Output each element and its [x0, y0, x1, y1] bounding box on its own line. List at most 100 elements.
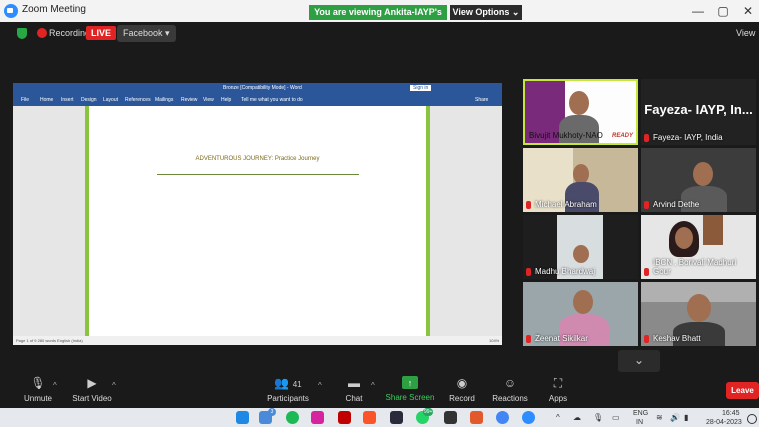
participant-name: Madhu Bhardwaj: [535, 267, 596, 276]
share-screen-icon: ↑: [402, 376, 418, 389]
notifications-icon[interactable]: [747, 414, 757, 424]
video-tile[interactable]: Arvind Dethe: [641, 148, 756, 212]
word-share-button[interactable]: Share: [475, 97, 488, 103]
word-statusbar: Page 1 of 9 280 words English (India) 10…: [13, 336, 502, 345]
chat-chevron-icon[interactable]: ^: [371, 381, 375, 390]
spotify-icon[interactable]: [286, 411, 299, 424]
zoom-logo-icon: [4, 4, 18, 18]
participants-label: Participants: [267, 394, 309, 403]
participants-count: 41: [292, 380, 302, 389]
video-tile[interactable]: IBCN , Borivali Madhuri Gour: [641, 215, 756, 279]
tray-chevron-icon[interactable]: ^: [556, 413, 560, 422]
start-video-label: Start Video: [72, 394, 112, 403]
apps-icon: ⛶: [553, 376, 563, 390]
wifi-icon[interactable]: ≋: [656, 413, 663, 422]
ribbon-tab[interactable]: References: [125, 97, 151, 103]
battery-icon[interactable]: ▮: [684, 413, 688, 422]
tell-me-search[interactable]: Tell me what you want to do: [241, 97, 303, 103]
participant-name: Bivujit Mukhoty-NAO: [529, 131, 603, 140]
notion-icon[interactable]: [444, 411, 457, 424]
ribbon-tab[interactable]: Review: [181, 97, 197, 103]
mic-muted-icon: [644, 201, 649, 209]
participants-button[interactable]: 👥 41 Participants: [258, 376, 318, 403]
participant-name: Michael Abraham: [535, 200, 597, 209]
display-icon[interactable]: ▭: [612, 413, 620, 422]
video-tile[interactable]: Madhu Bhardwaj: [523, 215, 638, 279]
participant-name: IBCN , Borivali Madhuri Gour: [653, 258, 737, 276]
security-shield-icon[interactable]: [17, 28, 27, 39]
notification-badge: 3: [268, 408, 276, 416]
apps-button[interactable]: ⛶ Apps: [528, 376, 588, 403]
language-indicator[interactable]: ENG: [633, 410, 648, 417]
participant-head: [573, 164, 589, 184]
live-badge[interactable]: LIVE: [86, 26, 117, 40]
mic-muted-icon: [644, 268, 649, 276]
maximize-button[interactable]: ▢: [711, 2, 735, 20]
ribbon-tab[interactable]: View: [203, 97, 214, 103]
minimize-button[interactable]: —: [686, 2, 710, 20]
ribbon-tab[interactable]: Home: [40, 97, 53, 103]
participants-icon: 👥 41: [274, 376, 302, 390]
brave-icon[interactable]: [363, 411, 376, 424]
cloud-icon[interactable]: ☁: [573, 413, 581, 422]
participant-name-large: Fayeza- IAYP, In...: [644, 102, 753, 117]
video-options-chevron-icon[interactable]: ^: [112, 381, 116, 390]
participant-head: [569, 91, 589, 115]
participant-head: [675, 227, 693, 249]
video-tile[interactable]: Michael Abraham: [523, 148, 638, 212]
volume-icon[interactable]: 🔊: [670, 413, 680, 422]
video-tile[interactable]: Keshav Bhatt: [641, 282, 756, 346]
tradingview-icon[interactable]: [390, 411, 403, 424]
mic-muted-icon: [526, 335, 531, 343]
participants-chevron-icon[interactable]: ^: [318, 381, 322, 390]
clock-date[interactable]: 28-04-2023: [706, 419, 742, 426]
participant-head: [687, 294, 711, 322]
participant-name: Zeenat Sikilkar: [535, 334, 588, 343]
clock-time[interactable]: 16:45: [722, 410, 740, 417]
heading-underline: [157, 174, 359, 175]
ribbon-tab[interactable]: Design: [81, 97, 97, 103]
word-document-title: Bronze [Compatibility Mode] - Word: [223, 85, 302, 91]
ribbon-tab[interactable]: File: [21, 97, 29, 103]
view-options-button[interactable]: View Options ⌄: [450, 5, 522, 20]
zoom-taskbar-icon[interactable]: [522, 411, 535, 424]
ribbon-tab[interactable]: Layout: [103, 97, 118, 103]
chat-label: Chat: [345, 394, 363, 403]
brave-browser-icon[interactable]: [470, 411, 483, 424]
word-sign-in-button[interactable]: Sign in: [410, 85, 432, 91]
video-tile[interactable]: Zeenat Sikilkar: [523, 282, 638, 346]
participant-name: Arvind Dethe: [653, 200, 700, 209]
recording-label: Recording: [49, 28, 91, 38]
document-heading: ADVENTUROUS JOURNEY: Practice Journey: [195, 156, 320, 162]
ribbon-tab[interactable]: Insert: [61, 97, 74, 103]
ready-logo-text: READY: [611, 133, 633, 139]
video-tile[interactable]: Fayeza- IAYP, In... Fayeza- IAYP, India: [641, 79, 756, 145]
chrome-icon[interactable]: [496, 411, 509, 424]
share-screen-button[interactable]: ↑ Share Screen: [380, 376, 440, 402]
reactions-label: Reactions: [492, 394, 528, 403]
recording-icon: [37, 28, 47, 38]
chat-icon: ▬: [348, 376, 360, 390]
leave-button[interactable]: Leave: [726, 382, 759, 399]
facebook-dropdown[interactable]: Facebook ▾: [117, 25, 176, 42]
word-zoom-level: 104%: [489, 338, 500, 343]
audio-options-chevron-icon[interactable]: ^: [53, 381, 57, 390]
participant-name: Keshav Bhatt: [653, 334, 701, 343]
unmute-button[interactable]: 🎙 Unmute: [8, 376, 68, 403]
mic-tray-icon[interactable]: 🎙: [593, 413, 603, 422]
windows-start-icon[interactable]: [236, 411, 249, 424]
mic-off-icon: 🎙: [30, 376, 46, 390]
netflix-icon[interactable]: [338, 411, 351, 424]
record-label: Record: [449, 394, 475, 403]
unmute-label: Unmute: [23, 394, 52, 403]
ribbon-tab[interactable]: Mailings: [155, 97, 173, 103]
chat-button[interactable]: ▬ Chat: [324, 376, 384, 403]
close-button[interactable]: ✕: [736, 2, 759, 20]
language-region: IN: [636, 419, 643, 426]
collapse-gallery-button[interactable]: ⌄: [618, 350, 660, 372]
ribbon-tab[interactable]: Help: [221, 97, 231, 103]
instagram-icon[interactable]: [311, 411, 324, 424]
view-button[interactable]: View: [736, 28, 755, 38]
word-status-left: Page 1 of 9 280 words English (India): [16, 338, 83, 343]
video-tile[interactable]: READY Bivujit Mukhoty-NAO: [523, 79, 638, 145]
